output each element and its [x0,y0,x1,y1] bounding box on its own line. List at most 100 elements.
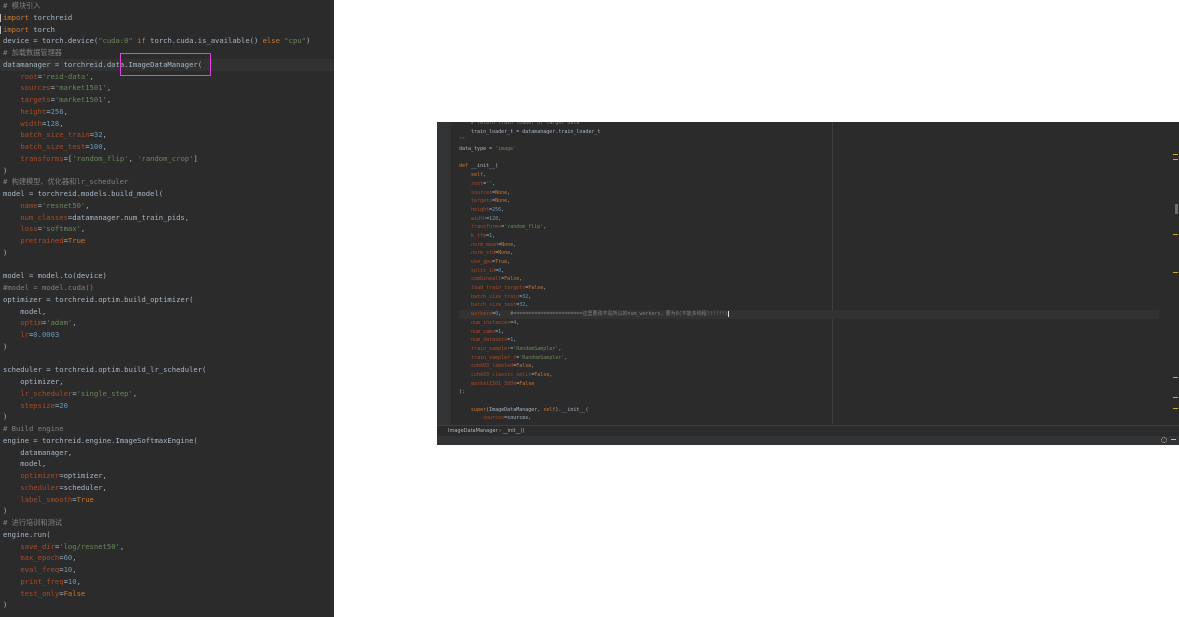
code-line[interactable]: super(ImageDataManager, self).__init__( [459,406,1159,415]
scroll-marker[interactable] [1173,272,1178,273]
code-line[interactable]: loss='softmax', [0,223,334,235]
code-line[interactable]: train_sampler='RandomSampler', [459,345,1159,354]
code-line[interactable]: optim='adam', [0,317,334,329]
scroll-marker[interactable] [1175,204,1178,214]
code-line[interactable]: sources='market1501', [0,82,334,94]
code-line[interactable]: scheduler = torchreid.optim.build_lr_sch… [0,364,334,376]
code-line[interactable]: train_loader_t = datamanager.train_loade… [459,128,1159,137]
code-line[interactable]: ) [0,411,334,423]
code-line[interactable]: use_gpu=True, [459,258,1159,267]
code-line[interactable]: train_sampler_t='RandomSampler', [459,354,1159,363]
code-line[interactable]: test_only=False [0,588,334,600]
code-line[interactable]: ) [0,599,334,611]
code-line[interactable]: #model = model.cuda() [0,282,334,294]
code-line[interactable]: optimizer = torchreid.optim.build_optimi… [0,294,334,306]
code-line[interactable]: height=256, [459,206,1159,215]
scroll-marker[interactable] [1173,408,1178,409]
code-line[interactable]: model = model.to(device) [0,270,334,282]
code-line[interactable]: "" [459,136,1159,145]
code-line[interactable]: # 模块引入 [0,0,334,12]
code-line[interactable]: device = torch.device("cuda:0" if torch.… [0,35,334,47]
scroll-marker[interactable] [1173,234,1178,235]
code-line[interactable]: transforms='random_flip', [459,223,1159,232]
code-line[interactable]: import torch [0,24,334,36]
code-line[interactable]: norm_std=None, [459,249,1159,258]
line-gutter[interactable] [437,122,451,432]
code-line[interactable]: model = torchreid.models.build_model( [0,188,334,200]
code-line[interactable]: sources=sources, [459,414,1159,423]
code-line[interactable]: targets=None, [459,197,1159,206]
code-line[interactable]: print_freq=10, [0,576,334,588]
code-line[interactable] [459,397,1159,406]
code-line[interactable] [0,259,334,271]
code-line[interactable]: height=256, [0,106,334,118]
breadcrumb[interactable]: ImageDataManager › __init__() [437,425,1179,436]
code-line[interactable]: max_epoch=60, [0,552,334,564]
scroll-marker[interactable] [1173,397,1178,398]
scroll-marker[interactable] [1173,377,1178,378]
code-line[interactable]: ) [0,341,334,353]
code-line[interactable]: batch_size_test=100, [0,141,334,153]
minimize-icon[interactable] [1171,439,1176,440]
code-line[interactable]: self, [459,171,1159,180]
code-line[interactable]: model, [0,306,334,318]
code-line[interactable]: cuhk03_labeled=False, [459,362,1159,371]
code-line[interactable]: engine = torchreid.engine.ImageSoftmaxEn… [0,435,334,447]
code-line[interactable]: scheduler=scheduler, [0,482,334,494]
code-line[interactable]: num_classes=datamanager.num_train_pids, [0,212,334,224]
code-line[interactable]: num_instances=4, [459,319,1159,328]
code-line[interactable]: label_smooth=True [0,494,334,506]
code-line[interactable]: market1501_500k=False [459,380,1159,389]
code-line[interactable]: ) [0,505,334,517]
code-line[interactable]: batch_size_train=32, [0,129,334,141]
left-code-lines: # 模块引入 import torchreid import torch device… [0,0,334,611]
code-line[interactable]: split_id=0, [459,267,1159,276]
code-line[interactable]: datamanager, [0,447,334,459]
code-line[interactable]: k_tfm=1, [459,232,1159,241]
code-line[interactable]: stepsize=20 [0,400,334,412]
code-line[interactable]: root='', [459,180,1159,189]
code-line[interactable]: lr_scheduler='single_step', [0,388,334,400]
code-line[interactable] [0,353,334,365]
code-line[interactable]: model, [0,458,334,470]
code-line[interactable]: # Build engine [0,423,334,435]
code-line[interactable]: ) [0,247,334,259]
code-line[interactable]: targets='market1501', [0,94,334,106]
code-line[interactable] [459,154,1159,163]
code-line[interactable]: ): [459,388,1159,397]
code-line[interactable]: # 进行培训和测试 [0,517,334,529]
code-line[interactable]: batch_size_test=32, [459,301,1159,310]
code-line[interactable]: save_dir='log/resnet50', [0,541,334,553]
gear-icon[interactable] [1161,437,1167,443]
code-line[interactable]: eval_freq=10, [0,564,334,576]
code-line[interactable]: batch_size_train=32, [459,293,1159,302]
code-line[interactable]: pretrained=True [0,235,334,247]
code-line[interactable]: load_train_targets=False, [459,284,1159,293]
code-line[interactable]: optimizer=optimizer, [0,470,334,482]
code-line[interactable]: lr=0.0003 [0,329,334,341]
code-line[interactable]: def __init__( [459,162,1159,171]
code-line[interactable]: name='resnet50', [0,200,334,212]
code-line[interactable]: ) [0,165,334,177]
code-line[interactable]: data_type = 'image' [459,145,1159,154]
code-line[interactable]: width=128, [0,118,334,130]
scrollbar-markers[interactable] [1173,122,1179,422]
code-line[interactable]: # 构建模型、优化器和lr_scheduler [0,176,334,188]
code-line[interactable]: optimizer, [0,376,334,388]
code-line[interactable]: width=128, [459,215,1159,224]
code-line[interactable]: cuhk03_classic_split=False, [459,371,1159,380]
code-line[interactable]: engine.run( [0,529,334,541]
code-line[interactable]: sources=None, [459,189,1159,198]
code-line[interactable]: combineall=False, [459,275,1159,284]
code-line[interactable]: import torchreid [0,12,334,24]
left-code-editor[interactable]: # 模块引入 import torchreid import torch device… [0,0,334,617]
right-code-editor[interactable]: # return train loader of target data tra… [437,122,1179,445]
scroll-marker[interactable] [1173,154,1178,155]
code-line[interactable]: num_datasets=1, [459,336,1159,345]
code-line[interactable]: num_cams=1, [459,328,1159,337]
scroll-marker[interactable] [1173,159,1178,160]
code-line[interactable]: norm_mean=None, [459,241,1159,250]
code-line[interactable]: transforms=['random_flip', 'random_crop'… [0,153,334,165]
breadcrumb-text[interactable]: ImageDataManager › __init__() [448,427,525,435]
code-line[interactable]: workers=0, #=======================这里要改不… [459,310,1159,319]
